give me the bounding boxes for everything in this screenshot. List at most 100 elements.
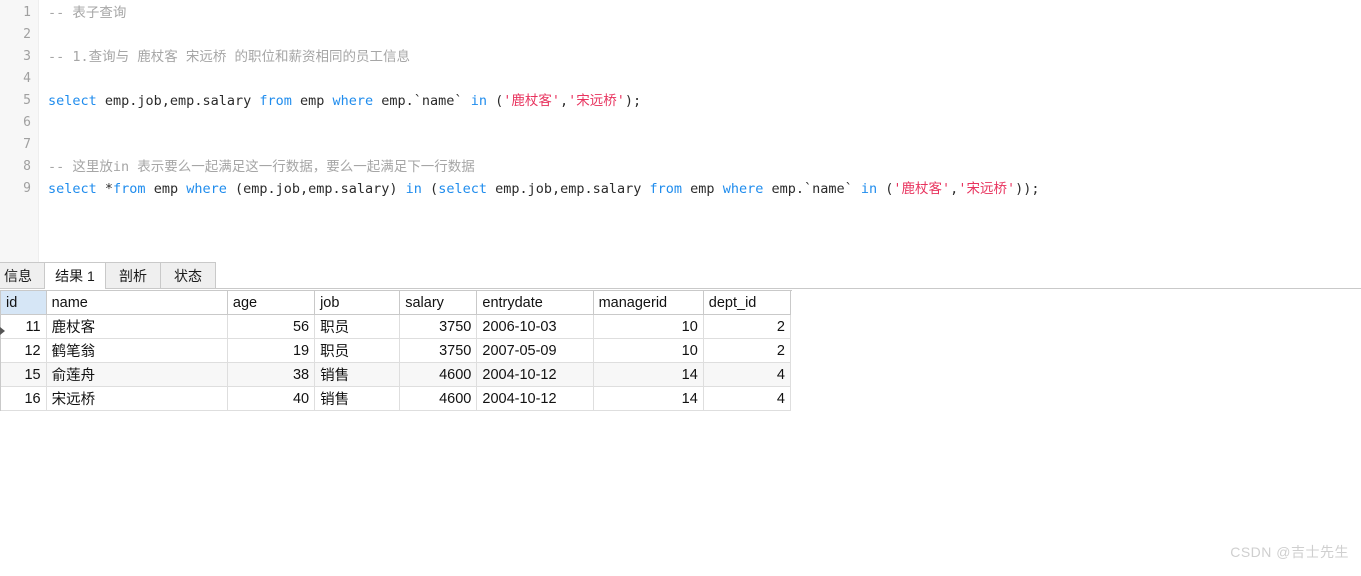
sql-editor-pane[interactable]: 123456789 -- 表子查询 -- 1.查询与 鹿杖客 宋远桥 的职位和薪资… bbox=[0, 0, 1361, 262]
cell-job[interactable]: 职员 bbox=[315, 339, 400, 363]
column-header-dept_id[interactable]: dept_id bbox=[703, 291, 790, 315]
table-row[interactable]: 11鹿杖客56职员37502006-10-03102 bbox=[1, 315, 791, 339]
column-header-age[interactable]: age bbox=[227, 291, 314, 315]
table-body: 11鹿杖客56职员37502006-10-0310212鹤笔翁19职员37502… bbox=[1, 315, 791, 411]
line-number: 9 bbox=[1, 178, 31, 200]
code-token-str: '鹿杖客' bbox=[503, 93, 560, 109]
cell-name[interactable]: 鹤笔翁 bbox=[46, 339, 227, 363]
cell-id[interactable]: 12 bbox=[1, 339, 46, 363]
code-token-plain: * bbox=[97, 181, 113, 197]
code-line[interactable] bbox=[48, 24, 1361, 46]
code-token-str: '鹿杖客' bbox=[893, 181, 950, 197]
column-header-id[interactable]: id bbox=[1, 291, 46, 315]
code-token-plain: (emp.job,emp.salary) bbox=[227, 181, 406, 197]
column-header-managerid[interactable]: managerid bbox=[593, 291, 703, 315]
cell-salary[interactable]: 3750 bbox=[400, 315, 477, 339]
line-number: 3 bbox=[1, 46, 31, 68]
tab-profile[interactable]: 剖析 bbox=[105, 262, 161, 288]
table-row[interactable]: 16宋远桥40销售46002004-10-12144 bbox=[1, 387, 791, 411]
line-number: 6 bbox=[1, 112, 31, 134]
cell-job[interactable]: 职员 bbox=[315, 315, 400, 339]
cell-job[interactable]: 销售 bbox=[315, 363, 400, 387]
code-token-kw: in bbox=[861, 181, 877, 197]
cell-id[interactable]: 11 bbox=[1, 315, 46, 339]
code-token-cmt: -- 这里放in 表示要么一起满足这一行数据，要么一起满足下一行数据 bbox=[48, 159, 475, 175]
cell-age[interactable]: 19 bbox=[227, 339, 314, 363]
editor-code-area[interactable]: -- 表子查询 -- 1.查询与 鹿杖客 宋远桥 的职位和薪资相同的员工信息 sel… bbox=[48, 0, 1361, 262]
line-number: 5 bbox=[1, 90, 31, 112]
code-line[interactable]: select *from emp where (emp.job,emp.sala… bbox=[48, 178, 1361, 200]
code-token-kw: where bbox=[186, 181, 227, 197]
code-token-kw: select bbox=[48, 93, 97, 109]
column-header-job[interactable]: job bbox=[315, 291, 400, 315]
column-header-entrydate[interactable]: entrydate bbox=[477, 291, 593, 315]
code-line[interactable]: -- 1.查询与 鹿杖客 宋远桥 的职位和薪资相同的员工信息 bbox=[48, 46, 1361, 68]
code-token-str: '宋远桥' bbox=[568, 93, 625, 109]
cell-entrydate[interactable]: 2007-05-09 bbox=[477, 339, 593, 363]
code-token-kw: in bbox=[471, 93, 487, 109]
cell-age[interactable]: 40 bbox=[227, 387, 314, 411]
cell-id[interactable]: 16 bbox=[1, 387, 46, 411]
result-tab-strip[interactable]: 信息结果 1剖析状态 bbox=[0, 262, 1361, 289]
code-token-str: '宋远桥' bbox=[958, 181, 1015, 197]
result-table[interactable]: idnameagejobsalaryentrydatemanageriddept… bbox=[1, 291, 791, 411]
code-token-kw: from bbox=[650, 181, 683, 197]
tab-status[interactable]: 状态 bbox=[160, 262, 216, 288]
result-grid[interactable]: idnameagejobsalaryentrydatemanageriddept… bbox=[0, 290, 792, 411]
code-token-plain: emp bbox=[146, 181, 187, 197]
cell-salary[interactable]: 3750 bbox=[400, 339, 477, 363]
column-header-salary[interactable]: salary bbox=[400, 291, 477, 315]
table-row[interactable]: 12鹤笔翁19职员37502007-05-09102 bbox=[1, 339, 791, 363]
code-line[interactable]: -- 这里放in 表示要么一起满足这一行数据，要么一起满足下一行数据 bbox=[48, 156, 1361, 178]
cell-managerid[interactable]: 14 bbox=[593, 363, 703, 387]
table-row[interactable]: 15俞莲舟38销售46002004-10-12144 bbox=[1, 363, 791, 387]
tab-strip-underline bbox=[0, 288, 1361, 289]
cell-name[interactable]: 鹿杖客 bbox=[46, 315, 227, 339]
code-line[interactable]: select emp.job,emp.salary from emp where… bbox=[48, 90, 1361, 112]
code-line[interactable] bbox=[48, 112, 1361, 134]
code-line[interactable] bbox=[48, 134, 1361, 156]
code-token-kw: select bbox=[438, 181, 487, 197]
code-line[interactable] bbox=[48, 68, 1361, 90]
code-token-kw: where bbox=[333, 93, 374, 109]
cell-name[interactable]: 宋远桥 bbox=[46, 387, 227, 411]
code-token-kw: from bbox=[113, 181, 146, 197]
tab-result[interactable]: 结果 1 bbox=[44, 262, 106, 289]
cell-salary[interactable]: 4600 bbox=[400, 387, 477, 411]
code-token-plain: , bbox=[560, 93, 568, 109]
code-token-plain: ( bbox=[877, 181, 893, 197]
table-head: idnameagejobsalaryentrydatemanageriddept… bbox=[1, 291, 791, 315]
editor-line-number-gutter: 123456789 bbox=[0, 0, 39, 262]
code-token-plain: emp bbox=[292, 93, 333, 109]
cell-dept_id[interactable]: 4 bbox=[703, 387, 790, 411]
cell-dept_id[interactable]: 2 bbox=[703, 315, 790, 339]
cell-entrydate[interactable]: 2004-10-12 bbox=[477, 387, 593, 411]
cell-managerid[interactable]: 10 bbox=[593, 339, 703, 363]
cell-age[interactable]: 56 bbox=[227, 315, 314, 339]
code-token-kw: where bbox=[723, 181, 764, 197]
cell-dept_id[interactable]: 2 bbox=[703, 339, 790, 363]
cell-managerid[interactable]: 14 bbox=[593, 387, 703, 411]
line-number: 1 bbox=[1, 2, 31, 24]
cell-managerid[interactable]: 10 bbox=[593, 315, 703, 339]
cell-name[interactable]: 俞莲舟 bbox=[46, 363, 227, 387]
code-token-plain: )); bbox=[1015, 181, 1039, 197]
csdn-watermark: CSDN @吉士先生 bbox=[1230, 542, 1349, 562]
table-header-row: idnameagejobsalaryentrydatemanageriddept… bbox=[1, 291, 791, 315]
cell-entrydate[interactable]: 2004-10-12 bbox=[477, 363, 593, 387]
cell-dept_id[interactable]: 4 bbox=[703, 363, 790, 387]
code-token-plain: emp.`name` bbox=[373, 93, 471, 109]
column-header-name[interactable]: name bbox=[46, 291, 227, 315]
code-line[interactable]: -- 表子查询 bbox=[48, 2, 1361, 24]
code-token-cmt: -- 表子查询 bbox=[48, 5, 126, 21]
code-token-plain: ); bbox=[625, 93, 641, 109]
code-token-plain: ( bbox=[487, 93, 503, 109]
cell-salary[interactable]: 4600 bbox=[400, 363, 477, 387]
cell-id[interactable]: 15 bbox=[1, 363, 46, 387]
cell-entrydate[interactable]: 2006-10-03 bbox=[477, 315, 593, 339]
cell-age[interactable]: 38 bbox=[227, 363, 314, 387]
cell-job[interactable]: 销售 bbox=[315, 387, 400, 411]
line-number: 4 bbox=[1, 68, 31, 90]
tab-info[interactable]: 信息 bbox=[0, 262, 46, 288]
code-token-kw: in bbox=[406, 181, 422, 197]
